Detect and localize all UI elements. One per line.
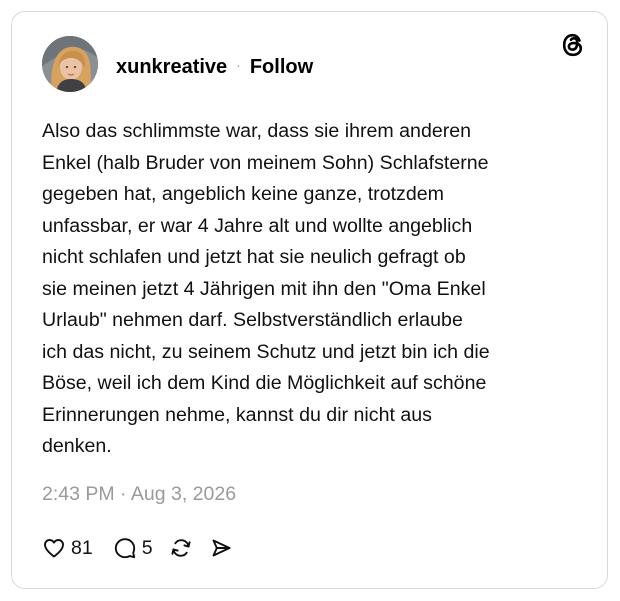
post-text-line: Enkel (halb Bruder von meinem Sohn) Schl… [42, 151, 489, 174]
post-text-line: denken. [42, 435, 112, 457]
threads-post-card: xunkreative · Follow Also das schlimmste… [11, 11, 608, 589]
threads-logo-icon[interactable] [559, 31, 587, 59]
like-button[interactable]: 81 [42, 536, 93, 560]
like-count: 81 [71, 536, 93, 559]
repost-button[interactable] [169, 536, 193, 560]
post-text-line: sie meinen jetzt 4 Jährigen mit ihn den … [42, 277, 486, 300]
post-text-line: nicht schlafen und jetzt hat sie neulich… [42, 246, 466, 268]
post-body-text: Also das schlimmste war, dass sie ihrem … [42, 116, 582, 463]
follow-button[interactable]: Follow [250, 56, 313, 79]
separator-dot: · [236, 57, 241, 73]
avatar-photo [42, 36, 98, 92]
username-link[interactable]: xunkreative [116, 56, 227, 79]
post-text-line: unfassbar, er war 4 Jahre alt und wollte… [42, 214, 473, 237]
reply-count: 5 [141, 536, 153, 559]
post-text-line: ich das nicht, zu seinem Schutz und jetz… [42, 340, 490, 363]
repost-icon [171, 539, 191, 557]
post-text-line: gegeben hat, angeblich keine ganze, trot… [42, 183, 444, 205]
action-bar: 81 5 [42, 534, 233, 562]
reply-button[interactable]: 5 [113, 536, 153, 560]
post-text-line: Böse, weil ich dem Kind die Möglichkeit … [42, 372, 487, 394]
comment-icon [114, 538, 135, 559]
share-button[interactable] [209, 536, 233, 560]
heart-icon [44, 539, 64, 558]
post-text-line: Also das schlimmste war, dass sie ihrem … [42, 120, 472, 142]
send-icon [212, 539, 231, 557]
post-text-line: Erinnerungen nehme, kannst du dir nicht … [42, 403, 432, 426]
post-timestamp[interactable]: 2:43 PM · Aug 3, 2026 [42, 483, 236, 506]
avatar[interactable] [42, 36, 98, 92]
author-row: xunkreative · Follow [116, 55, 313, 79]
post-text-line: Urlaub" nehmen darf. Selbstverständlich … [42, 309, 463, 331]
